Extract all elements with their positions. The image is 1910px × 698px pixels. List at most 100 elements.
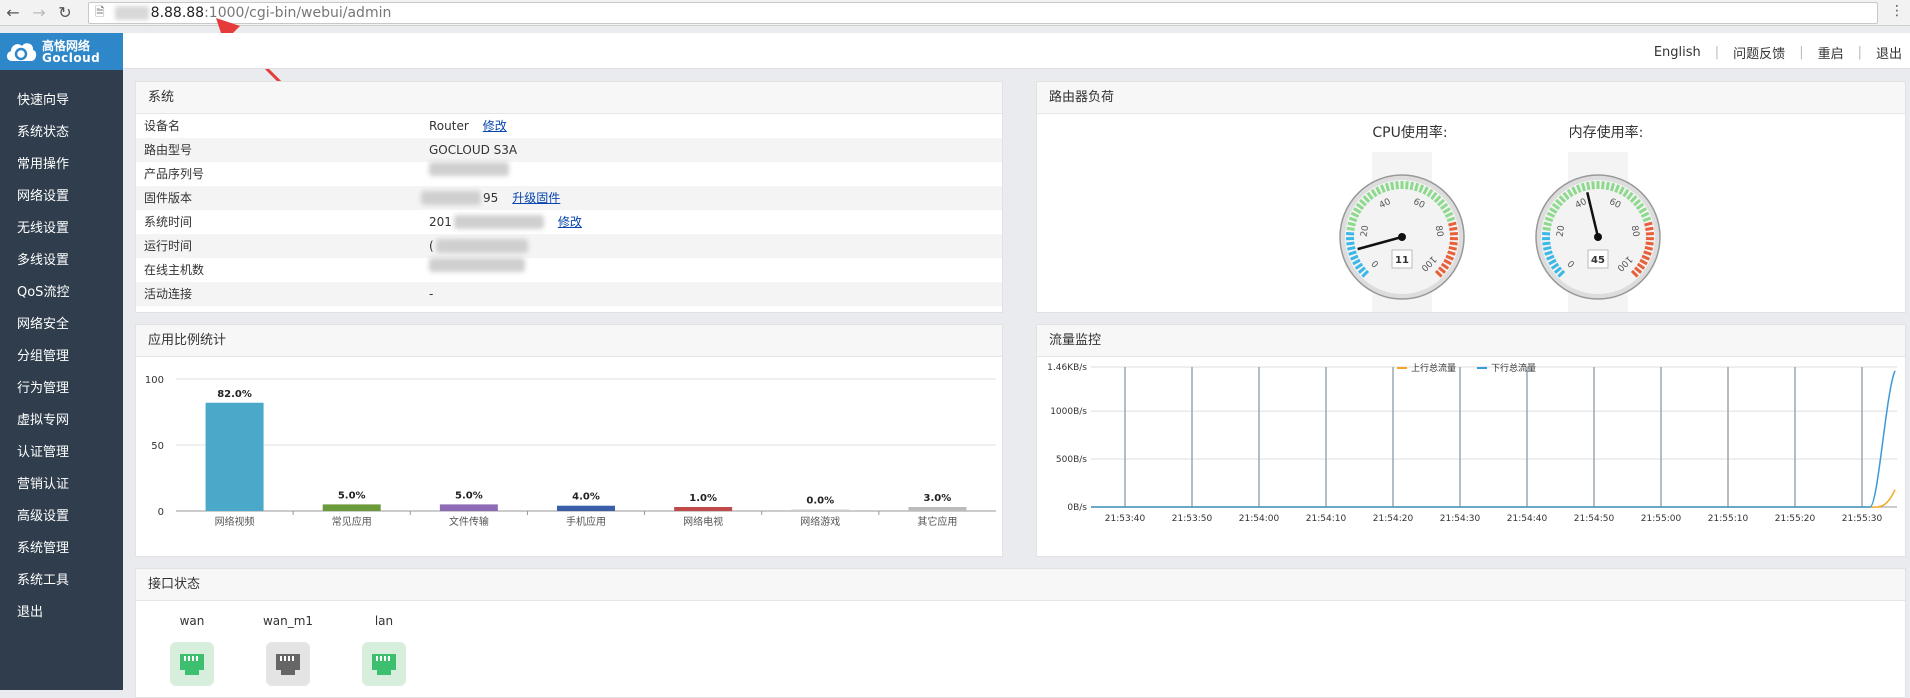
interface-status-panel: 接口状态 wan wan_m1 lan (135, 568, 1906, 698)
sidebar-item-security[interactable]: 网络安全 (0, 309, 123, 341)
row-label: 运行时间 (144, 234, 192, 258)
sidebar-item-behavior[interactable]: 行为管理 (0, 373, 123, 405)
interface-lan[interactable]: lan (354, 614, 414, 686)
sidebar: 高恪网络 Gocloud 快速向导 系统状态 常用操作 网络设置 无线设置 多线… (0, 33, 123, 690)
x-tick-label: 21:54:20 (1373, 514, 1414, 524)
sidebar-menu: 快速向导 系统状态 常用操作 网络设置 无线设置 多线设置 QoS流控 网络安全… (0, 70, 123, 629)
row-label: 系统时间 (144, 210, 192, 234)
sidebar-item-network-settings[interactable]: 网络设置 (0, 181, 123, 213)
row-label: 设备名 (144, 114, 180, 138)
interface-name: wan (162, 614, 222, 634)
gauge-tick (1645, 247, 1653, 249)
feedback-link[interactable]: 问题反馈 (1733, 43, 1785, 62)
reload-icon[interactable]: ↻ (52, 0, 78, 26)
x-category-label: 其它应用 (917, 515, 957, 528)
system-row: 路由型号 GOCLOUD S3A (136, 138, 1002, 162)
gauge-hub (1398, 233, 1406, 241)
legend-label: 上行总流量 (1411, 362, 1456, 374)
sidebar-item-logout[interactable]: 退出 (0, 597, 123, 629)
x-tick-label: 21:54:10 (1306, 514, 1347, 524)
x-tick-label: 21:55:20 (1775, 514, 1816, 524)
bar-value-label: 1.0% (689, 493, 717, 504)
sidebar-item-wireless[interactable]: 无线设置 (0, 213, 123, 245)
redacted-uptime (436, 239, 528, 253)
top-nav: English | 问题反馈 | 重启 | 退出 (1654, 43, 1902, 62)
series-line (1091, 490, 1895, 507)
system-row: 系统时间 201 修改 (136, 210, 1002, 234)
upgrade-firmware-link[interactable]: 升级固件 (512, 186, 560, 210)
browser-menu-icon[interactable]: ⋮ (1890, 3, 1904, 19)
y-tick-label: 500B/s (1056, 455, 1087, 465)
x-category-label: 常见应用 (332, 515, 372, 528)
system-time-value: 201 (429, 210, 452, 234)
x-tick-label: 21:55:10 (1708, 514, 1749, 524)
gauge-tick (1411, 182, 1412, 190)
sidebar-item-auth[interactable]: 认证管理 (0, 437, 123, 469)
app-stats-title: 应用比例统计 (136, 325, 1002, 357)
redacted-time (454, 215, 544, 229)
x-tick-label: 21:53:50 (1172, 514, 1213, 524)
gauge-tick (1449, 228, 1457, 229)
system-row: 设备名 Router修改 (136, 114, 1002, 138)
gauge-tick (1348, 223, 1356, 225)
divider: | (1715, 45, 1719, 60)
interface-wan[interactable]: wan (162, 614, 222, 686)
redacted-serial (429, 162, 509, 176)
sidebar-item-system-mgmt[interactable]: 系统管理 (0, 533, 123, 565)
gauge-tick (1392, 182, 1393, 190)
logo-cn-text: 高恪网络 (42, 40, 100, 52)
gauge-tick (1543, 228, 1551, 229)
divider: | (1858, 45, 1862, 60)
bar (206, 403, 264, 511)
x-tick-label: 21:54:50 (1574, 514, 1615, 524)
x-category-label: 文件传输 (449, 515, 489, 528)
cpu-gauge: 02040608010011 (1292, 132, 1512, 312)
sidebar-item-advanced[interactable]: 高级设置 (0, 501, 123, 533)
english-link[interactable]: English (1654, 45, 1701, 60)
traffic-panel: 流量监控 1.46KB/s1000B/s500B/s0B/s21:53:4021… (1036, 324, 1906, 557)
restart-link[interactable]: 重启 (1818, 43, 1844, 62)
logo: 高恪网络 Gocloud (0, 33, 123, 70)
gauge-tick (1646, 243, 1654, 244)
firmware-value: 95 (483, 186, 498, 210)
gauge-tick (1543, 247, 1551, 249)
sidebar-item-system-status[interactable]: 系统状态 (0, 117, 123, 149)
row-label: 活动连接 (144, 282, 192, 306)
x-category-label: 网络游戏 (800, 515, 840, 528)
gauge-tick (1407, 181, 1408, 189)
x-category-label: 网络视频 (215, 515, 255, 528)
edit-device-name-link[interactable]: 修改 (483, 114, 507, 138)
gauge-tick-label: 80 (1629, 225, 1641, 238)
redacted-hosts (429, 258, 525, 272)
sidebar-item-quick-wizard[interactable]: 快速向导 (0, 85, 123, 117)
logout-link[interactable]: 退出 (1876, 43, 1902, 62)
gauge-tick (1542, 243, 1550, 244)
bar-value-label: 5.0% (338, 490, 366, 501)
page-icon: 🗎 (95, 3, 105, 24)
sidebar-item-groups[interactable]: 分组管理 (0, 341, 123, 373)
forward-icon[interactable]: → (26, 0, 52, 26)
bar (791, 510, 849, 512)
x-category-label: 手机应用 (566, 515, 606, 528)
y-tick-label: 0B/s (1067, 503, 1087, 513)
redacted-host-prefix (115, 6, 149, 20)
sidebar-item-qos[interactable]: QoS流控 (0, 277, 123, 309)
sidebar-item-common-ops[interactable]: 常用操作 (0, 149, 123, 181)
ethernet-port-icon (266, 642, 310, 686)
back-icon[interactable]: ← (0, 0, 26, 26)
bar (674, 507, 732, 511)
edit-time-link[interactable]: 修改 (558, 210, 582, 234)
interface-wan-m1[interactable]: wan_m1 (258, 614, 318, 686)
y-tick-label: 1.46KB/s (1047, 363, 1087, 373)
ethernet-port-icon (362, 642, 406, 686)
sidebar-item-multiline[interactable]: 多线设置 (0, 245, 123, 277)
gauge-tick (1347, 247, 1355, 249)
address-bar[interactable]: 🗎 8.88.88:1000/cgi-bin/webui/admin (88, 2, 1878, 24)
sidebar-item-marketing-auth[interactable]: 营销认证 (0, 469, 123, 501)
row-label: 路由型号 (144, 138, 192, 162)
sidebar-item-vpn[interactable]: 虚拟专网 (0, 405, 123, 437)
router-load-panel: 路由器负荷 CPU使用率: 内存使用率: 02040608010011 0204… (1036, 81, 1906, 313)
system-panel: 系统 设备名 Router修改 路由型号 GOCLOUD S3A 产品序列号 固… (135, 81, 1003, 313)
system-row: 在线主机数 (136, 258, 1002, 282)
sidebar-item-system-tools[interactable]: 系统工具 (0, 565, 123, 597)
